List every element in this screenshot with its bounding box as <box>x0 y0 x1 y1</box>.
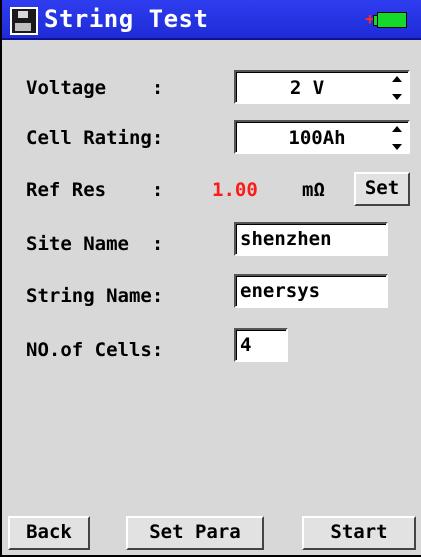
title-bar: String Test + <box>2 0 421 40</box>
string-name-label: String Name: <box>26 285 164 307</box>
string-name-value: enersys <box>240 280 321 302</box>
voltage-label: Voltage : <box>26 77 164 99</box>
set-para-button[interactable]: Set Para <box>126 516 264 550</box>
cell-rating-value: 100Ah <box>288 127 346 149</box>
voltage-spinner[interactable]: 2 V <box>234 70 410 104</box>
back-button[interactable]: Back <box>8 516 90 550</box>
cell-rating-label: Cell Rating: <box>26 127 164 149</box>
arrow-down-icon[interactable] <box>392 144 402 150</box>
num-cells-label: NO.of Cells: <box>26 339 164 361</box>
ref-res-value: 1.00 <box>212 179 258 201</box>
arrow-up-icon[interactable] <box>392 126 402 132</box>
window-frame: String Test + Voltage : 2 V Cell Rating:… <box>0 0 421 557</box>
site-name-label: Site Name : <box>26 233 164 255</box>
string-name-field[interactable]: enersys <box>234 274 388 308</box>
num-cells-field[interactable]: 4 <box>234 328 288 362</box>
window-title: String Test <box>44 5 209 33</box>
floppy-disk-icon <box>10 7 38 35</box>
voltage-value: 2 V <box>289 77 325 99</box>
num-cells-value: 4 <box>240 334 252 356</box>
arrow-down-icon[interactable] <box>392 94 402 100</box>
battery-charging-icon: + <box>365 9 407 28</box>
cell-rating-spin-arrows[interactable] <box>390 124 404 152</box>
start-button[interactable]: Start <box>302 516 416 550</box>
ref-res-unit: mΩ <box>302 179 325 201</box>
site-name-value: shenzhen <box>240 228 332 250</box>
cell-rating-spinner[interactable]: 100Ah <box>234 120 410 154</box>
site-name-field[interactable]: shenzhen <box>234 222 388 256</box>
voltage-spin-arrows[interactable] <box>390 74 404 102</box>
arrow-up-icon[interactable] <box>392 76 402 82</box>
set-button[interactable]: Set <box>354 172 410 206</box>
ref-res-label: Ref Res : <box>26 179 164 201</box>
